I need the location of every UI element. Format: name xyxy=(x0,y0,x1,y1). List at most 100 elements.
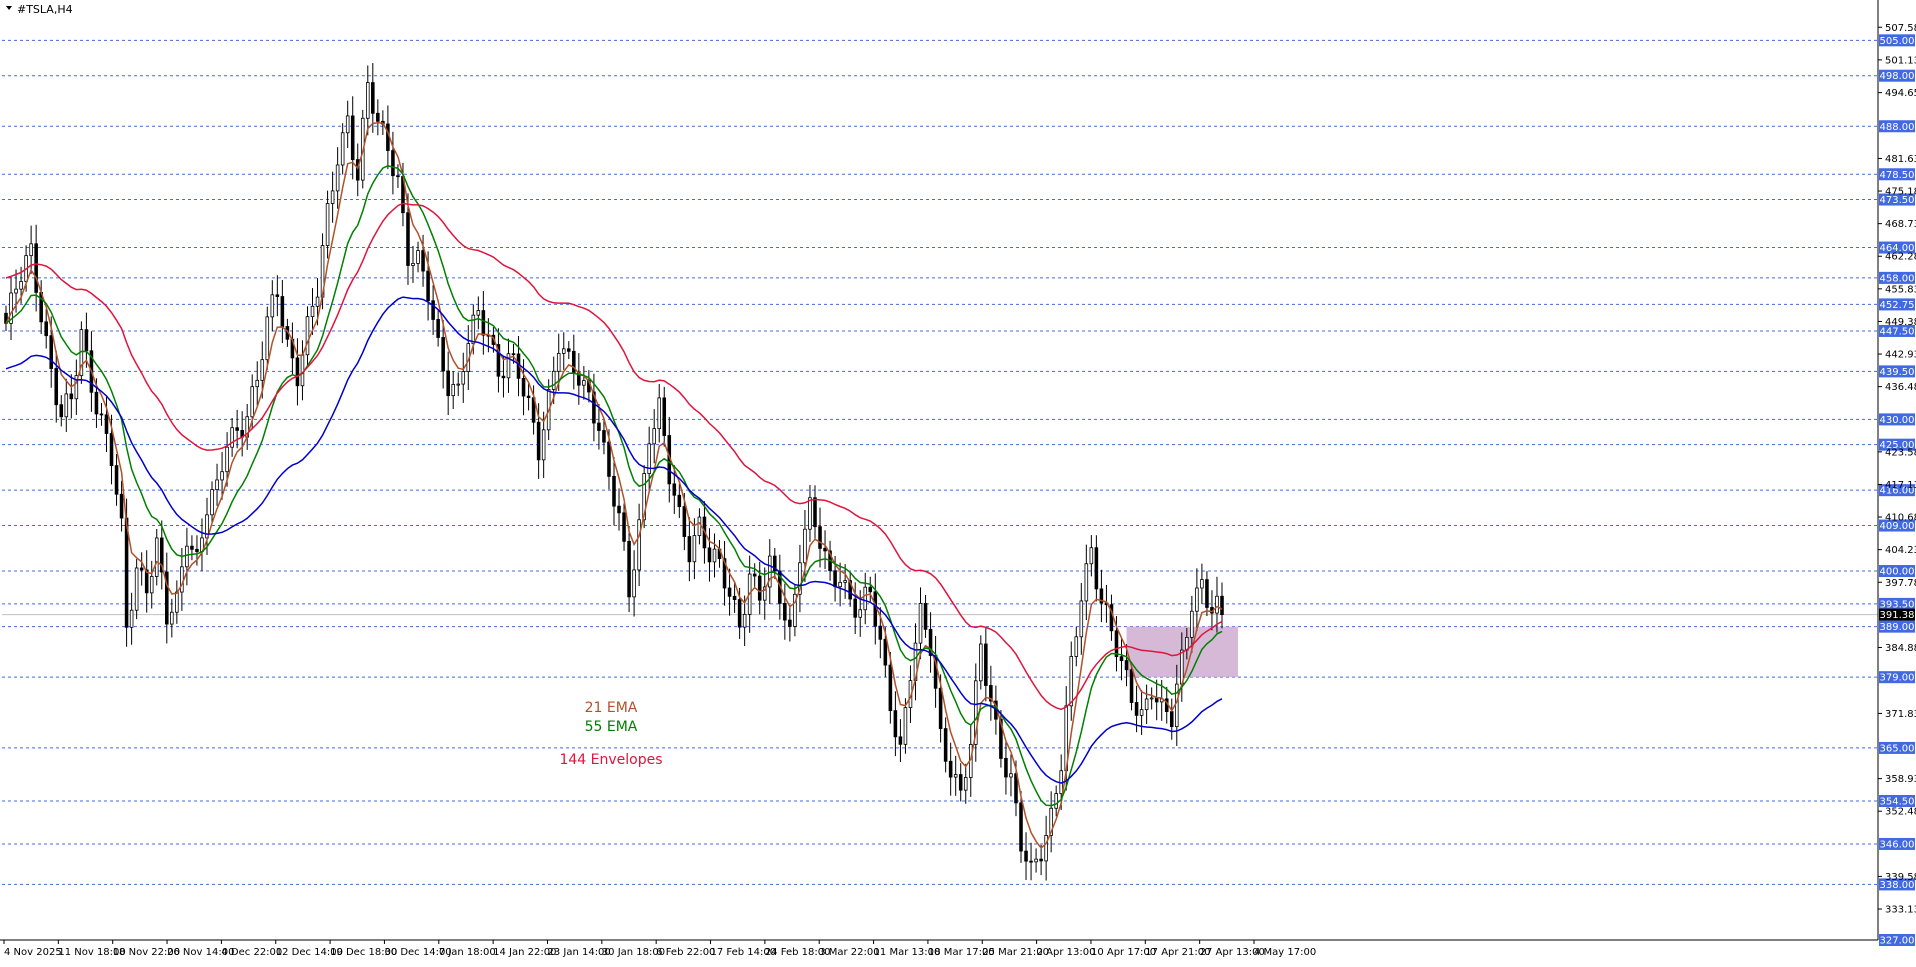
candle-body xyxy=(220,471,224,481)
price-tick-label: 468.73 xyxy=(1885,219,1916,230)
candle-body xyxy=(190,545,194,550)
legend-ema21: 21 EMA xyxy=(585,700,638,716)
candle-body xyxy=(657,397,662,430)
candle-body xyxy=(536,421,541,461)
candle-body xyxy=(526,395,531,399)
candle-body xyxy=(1009,773,1013,778)
candle-body xyxy=(1084,563,1089,602)
candle-body xyxy=(371,82,375,114)
candle-body xyxy=(1144,698,1149,711)
candle-body xyxy=(707,547,712,563)
candle-body xyxy=(672,483,677,496)
level-price-label: 430.00 xyxy=(1880,415,1915,426)
level-price-label: 447.50 xyxy=(1880,326,1915,337)
candle-body xyxy=(843,580,847,583)
candle-body xyxy=(943,728,948,762)
candle-body xyxy=(712,548,717,563)
price-tick-label: 442.93 xyxy=(1885,350,1916,361)
candle-body xyxy=(119,493,124,519)
price-tick-label: 507.58 xyxy=(1885,23,1916,34)
candle-body xyxy=(888,664,893,712)
candle-body xyxy=(250,386,254,418)
candle-body xyxy=(59,404,64,418)
candle-body xyxy=(29,243,33,257)
price-tick-label: 481.63 xyxy=(1885,154,1916,165)
candle-body xyxy=(1119,656,1124,662)
candle-body xyxy=(898,736,903,745)
candle-body xyxy=(260,359,265,381)
candle-body xyxy=(1154,697,1159,703)
candle-body xyxy=(727,587,732,597)
candle-body xyxy=(652,428,656,445)
price-tick-label: 501.13 xyxy=(1885,55,1916,66)
candle-body xyxy=(647,443,651,474)
candle-body xyxy=(330,190,335,204)
candle-body xyxy=(858,609,862,618)
candle-body xyxy=(14,288,18,294)
candle-body xyxy=(170,611,174,625)
candle-body xyxy=(49,335,54,369)
candle-body xyxy=(803,528,807,564)
candle-body xyxy=(1019,802,1023,852)
time-tick-label: 6 Feb 22:00 xyxy=(656,947,715,958)
candle-body xyxy=(431,300,435,320)
time-tick-label: 4 May 17:00 xyxy=(1254,947,1316,958)
price-tick-label: 417.13 xyxy=(1885,480,1916,491)
level-price-label: 458.00 xyxy=(1880,273,1915,284)
candle-body xyxy=(979,643,983,682)
candle-body xyxy=(396,175,400,178)
candle-body xyxy=(340,132,345,166)
candle-body xyxy=(134,567,139,611)
candle-body xyxy=(275,294,280,297)
candle-body xyxy=(612,475,616,507)
candle-body xyxy=(501,375,506,379)
candle-body xyxy=(783,602,787,621)
candle-body xyxy=(1054,793,1058,809)
candle-body xyxy=(1129,669,1134,703)
candle-body xyxy=(19,281,23,290)
level-price-label: 439.50 xyxy=(1880,367,1915,378)
price-tick-label: 410.68 xyxy=(1885,513,1916,524)
candle-body xyxy=(1134,702,1139,716)
level-price-label: 389.00 xyxy=(1880,622,1915,633)
price-tick-label: 475.18 xyxy=(1885,187,1916,198)
candle-body xyxy=(823,547,827,552)
candle-body xyxy=(597,422,601,431)
time-tick-label: 7 Jan 18:00 xyxy=(439,947,496,958)
candle-body xyxy=(963,777,968,791)
candle-body xyxy=(139,567,144,571)
candle-body xyxy=(1174,683,1179,728)
candle-body xyxy=(742,613,747,628)
price-chart[interactable]: 505.00498.00488.00478.50473.50464.00458.… xyxy=(0,0,1916,963)
level-price-label: 505.00 xyxy=(1880,36,1915,47)
candle-body xyxy=(808,497,812,530)
candle-body xyxy=(366,82,370,119)
candle-body xyxy=(265,316,270,361)
candle-body xyxy=(305,316,310,356)
price-tick-label: 494.65 xyxy=(1885,88,1916,99)
candle-body xyxy=(682,506,687,537)
candle-body xyxy=(878,625,883,640)
candle-body xyxy=(662,397,667,436)
candle-body xyxy=(757,575,762,601)
candle-body xyxy=(456,383,461,386)
candle-body xyxy=(124,517,129,628)
price-tick-label: 339.58 xyxy=(1885,872,1916,883)
candle-body xyxy=(1074,636,1079,657)
candle-body xyxy=(1114,630,1119,658)
candle-body xyxy=(1044,835,1048,862)
candle-body xyxy=(1034,858,1038,863)
candle-body xyxy=(225,446,229,473)
candle-body xyxy=(984,643,988,686)
price-tick-label: 423.58 xyxy=(1885,447,1916,458)
price-tick-label: 371.83 xyxy=(1885,709,1916,720)
candle-body xyxy=(230,427,234,448)
candle-body xyxy=(109,433,114,466)
candle-body xyxy=(295,357,300,387)
candle-body xyxy=(1220,595,1224,616)
candle-body xyxy=(1169,711,1174,728)
candle-body xyxy=(938,687,943,729)
time-tick-label: 3 Mar 22:00 xyxy=(819,947,879,958)
candle-body xyxy=(511,353,516,356)
candle-body xyxy=(627,540,631,598)
